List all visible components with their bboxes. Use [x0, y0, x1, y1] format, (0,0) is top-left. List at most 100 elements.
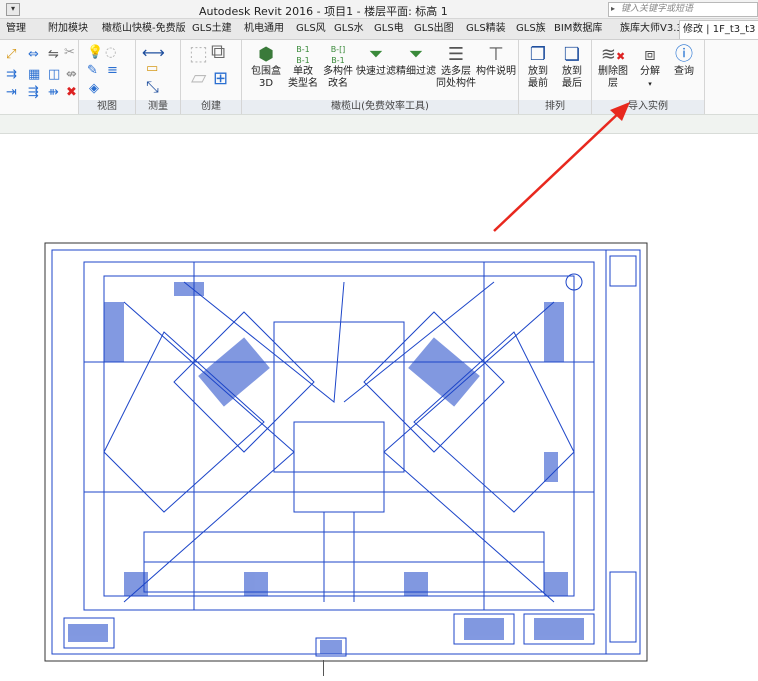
bring-to-front-label-1: 放到 [528, 66, 548, 77]
options-bar [0, 114, 758, 134]
panel-import-instance: ≋✖ 删除图层 ⧈ 分解 ▾ ⓘ 查询 导入实例 [592, 40, 705, 114]
tab-gls-quickmodel[interactable]: 橄榄山快模-免费版 [102, 21, 186, 37]
panel-label-create: 创建 [181, 100, 241, 114]
component-info-icon: ⊤ [488, 44, 504, 65]
query-label: 查询 [674, 66, 694, 77]
multi-rename-label-1: 多构件 [323, 66, 353, 77]
view-tool-icon[interactable]: ◈ [89, 82, 99, 96]
tab-gls-civil[interactable]: GLS土建 [192, 21, 232, 37]
quick-filter-label: 快速过滤 [356, 66, 396, 77]
split-icon[interactable]: ✂ [64, 46, 75, 60]
align-icon[interactable]: ⤢ [6, 48, 16, 62]
scale-icon[interactable]: ◫ [48, 68, 60, 82]
search-expand-icon[interactable]: ▸ [611, 4, 615, 13]
explode-button[interactable]: ⧈ 分解 ▾ [634, 44, 666, 90]
multi-rename-button[interactable]: B‑[] B-1 多构件 改名 [320, 44, 356, 90]
delete-layer-icon: ≋✖ [600, 44, 626, 65]
array-icon[interactable]: ▦ [28, 68, 40, 82]
ribbon: ⤢ ⇔ ⇋ ✂ ⇉ ▦ ◫ ⇎ ⇥ ⇶ ⇻ ✖ 💡 ◌ ✎ ≡ ◈ 视图 ⟷ ▭… [0, 40, 758, 114]
search-input[interactable] [621, 3, 753, 15]
tab-mep-general[interactable]: 机电通用 [244, 21, 284, 37]
panel-label-import: 导入实例 [592, 100, 704, 114]
panel-label-measure: 测量 [136, 100, 180, 114]
dimension-icon[interactable]: ⤡ [146, 79, 159, 95]
create-group-icon[interactable]: ⧉ [211, 41, 225, 61]
window-title: Autodesk Revit 2016 - 项目1 - 楼层平面: 标高 1 [199, 5, 448, 18]
tab-family-master[interactable]: 族库大师V3.3 [620, 21, 683, 37]
query-icon: ⓘ [675, 44, 693, 65]
tab-gls-water[interactable]: GLS水 [334, 21, 364, 37]
extend-icon[interactable]: ⇻ [48, 86, 59, 100]
section-line [323, 660, 324, 676]
create-parts-icon[interactable]: ⬚ [189, 43, 208, 63]
funnel-icon: ⏷ [368, 44, 384, 65]
multi-rename-label-2: 改名 [328, 78, 348, 89]
tab-gls-decoration[interactable]: GLS精装 [466, 21, 506, 37]
fine-filter-label: 精细过滤 [396, 66, 436, 77]
explode-label: 分解 [640, 66, 660, 77]
pin-icon[interactable]: ⇎ [66, 68, 77, 82]
funnel-list-icon: ⏷ [408, 44, 424, 65]
bring-to-front-button[interactable]: ❐ 放到 最前 [521, 44, 555, 90]
trim-icon[interactable]: ⇥ [6, 86, 17, 100]
panel-label-view: 视图 [79, 100, 135, 114]
rename-type-icon: B‑1 B-1 [296, 45, 310, 65]
tab-manage[interactable]: 管理 [6, 21, 26, 37]
explode-dropdown-icon[interactable]: ▾ [648, 80, 652, 88]
fine-filter-button[interactable]: ⏷ 精细过滤 [396, 44, 436, 78]
bring-to-front-icon: ❐ [529, 44, 547, 65]
trim-multiple-icon[interactable]: ⇶ [28, 86, 39, 100]
cad-drawing-canvas[interactable] [44, 242, 648, 662]
panel-label-gls: 橄榄山(免费效率工具) [242, 100, 518, 114]
line-style-icon[interactable]: ≡ [107, 64, 118, 78]
explode-icon: ⧈ [644, 44, 656, 65]
delete-layer-button[interactable]: ≋✖ 删除图层 [594, 44, 632, 90]
component-info-label: 构件说明 [476, 66, 516, 77]
panel-modify-tools: ⤢ ⇔ ⇋ ✂ ⇉ ▦ ◫ ⇎ ⇥ ⇶ ⇻ ✖ [0, 40, 79, 114]
quick-filter-button[interactable]: ⏷ 快速过滤 [356, 44, 396, 78]
search-box[interactable]: ▸ [608, 2, 758, 17]
query-button[interactable]: ⓘ 查询 [668, 44, 700, 78]
rename-type-icon-text: B-1 [296, 56, 310, 65]
measure-distance-icon[interactable]: ⟷ [142, 45, 165, 61]
quick-access-dropdown-icon[interactable]: ▾ [6, 3, 20, 16]
multi-rename-icon-text: B-1 [331, 56, 345, 65]
bring-to-front-label-2: 最前 [528, 78, 548, 89]
send-to-back-label-2: 最后 [562, 78, 582, 89]
panel-label-arrange: 排列 [519, 100, 591, 114]
send-to-back-button[interactable]: ❏ 放到 最后 [555, 44, 589, 90]
bulb-icon[interactable]: 💡 [87, 46, 103, 60]
send-to-back-icon: ❏ [563, 44, 581, 65]
panel-measure: ⟷ ▭ ⤡ 测量 [136, 40, 181, 114]
multi-rename-icon: B‑[] B-1 [330, 45, 346, 65]
override-graphics-icon[interactable]: ◌ [105, 46, 116, 60]
delete-icon[interactable]: ✖ [66, 86, 77, 100]
send-to-back-label-1: 放到 [562, 66, 582, 77]
ruler-icon[interactable]: ▭ [146, 62, 158, 76]
create-similar-icon[interactable]: ⊞ [213, 70, 228, 88]
ribbon-tab-bar: 管理 附加模块 橄榄山快模-免费版 GLS土建 机电通用 GLS风 GLS水 G… [0, 19, 758, 40]
component-info-button[interactable]: ⊤ 构件说明 [476, 44, 516, 78]
box3d-icon: ⬢ [258, 44, 274, 65]
tab-gls-electric[interactable]: GLS电 [374, 21, 404, 37]
tab-gls-family[interactable]: GLS族 [516, 21, 546, 37]
linework-icon[interactable]: ✎ [87, 64, 98, 78]
create-assembly-icon[interactable]: ▱ [191, 67, 206, 87]
tab-modify[interactable]: 修改 | 1F_t3_t3 [679, 20, 758, 39]
tab-addins[interactable]: 附加模块 [48, 21, 88, 37]
box3d-button[interactable]: ⬢ 包围盒3D [244, 44, 288, 90]
select-multi-level-button[interactable]: ☰ 选多层 同处构件 [436, 44, 476, 90]
mirror-icon[interactable]: ⇋ [48, 48, 59, 62]
select-multi-level-label-2: 同处构件 [436, 78, 476, 89]
tab-gls-drawing[interactable]: GLS出图 [414, 21, 454, 37]
panel-view: 💡 ◌ ✎ ≡ ◈ 视图 [79, 40, 136, 114]
tab-gls-hvac[interactable]: GLS风 [296, 21, 326, 37]
delete-layer-label: 删除图层 [598, 66, 628, 89]
offset-icon[interactable]: ⇔ [28, 48, 39, 62]
panel-arrange: ❐ 放到 最前 ❏ 放到 最后 排列 [519, 40, 592, 114]
box3d-label: 包围盒3D [251, 66, 281, 89]
select-multi-level-label-1: 选多层 [441, 66, 471, 77]
rename-type-button[interactable]: B‑1 B-1 单改 类型名 [288, 44, 318, 90]
move-icon[interactable]: ⇉ [6, 68, 17, 82]
tab-bim-database[interactable]: BIM数据库 [554, 21, 602, 37]
